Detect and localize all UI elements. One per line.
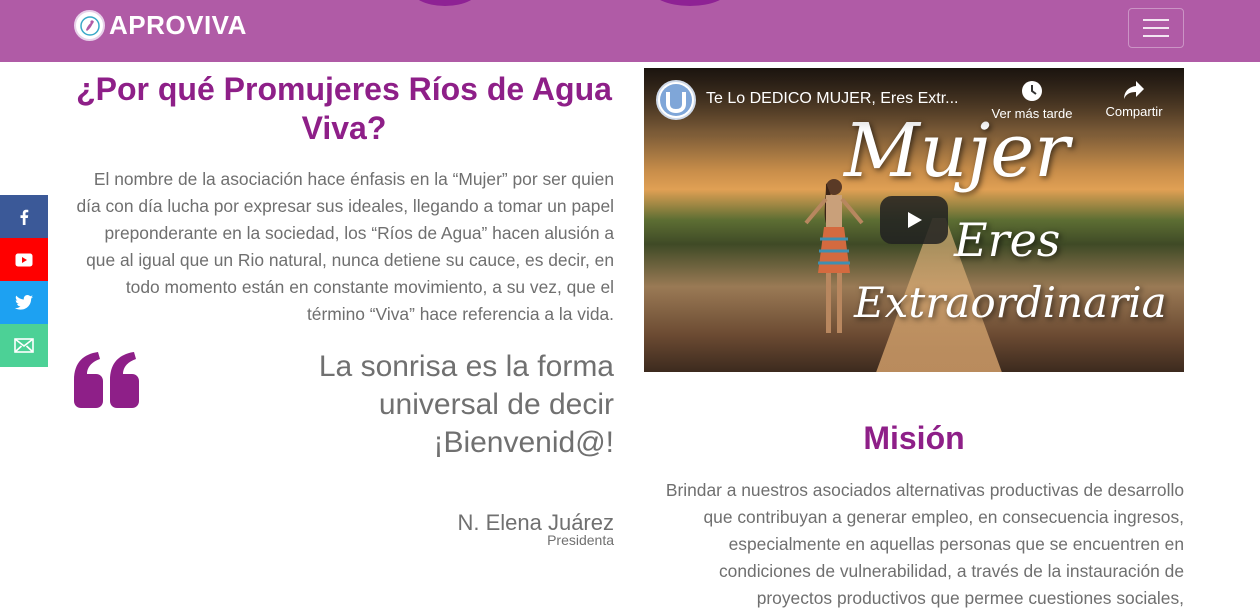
quote-icon bbox=[74, 352, 139, 408]
navbar: APROVIVA bbox=[0, 0, 1260, 62]
video-overlay-subtitle: Eres bbox=[954, 213, 1061, 267]
twitter-button[interactable] bbox=[0, 281, 48, 324]
play-button[interactable] bbox=[880, 196, 948, 244]
watch-later-button[interactable]: Ver más tarde bbox=[986, 80, 1078, 121]
share-arrow-icon bbox=[1124, 81, 1144, 99]
intro-text: El nombre de la asociación hace énfasis … bbox=[76, 169, 614, 324]
quote-block: La sonrisa es la forma universal de deci… bbox=[74, 348, 614, 548]
quote-role: Presidenta bbox=[547, 532, 614, 548]
brand-name: APROVIVA bbox=[109, 10, 247, 40]
quote-text: La sonrisa es la forma universal de deci… bbox=[318, 350, 614, 459]
menu-toggle-button[interactable] bbox=[1128, 8, 1184, 48]
intro-title: ¿Por qué Promujeres Ríos de Agua Viva? bbox=[76, 71, 612, 146]
play-icon bbox=[908, 212, 922, 228]
video-overlay-subtitle-2: Extraordinaria bbox=[854, 278, 1167, 327]
video-title-link[interactable]: Te Lo DEDICO MUJER, Eres Extr... bbox=[706, 90, 959, 108]
facebook-icon bbox=[20, 209, 29, 225]
decorative-shape bbox=[410, 0, 480, 6]
mail-icon bbox=[14, 338, 34, 353]
share-button[interactable]: Compartir bbox=[1094, 80, 1174, 119]
youtube-video-embed[interactable]: Mujer Eres Extraordinaria Te Lo DEDICO M… bbox=[644, 68, 1184, 372]
watch-later-label: Ver más tarde bbox=[991, 106, 1073, 121]
share-label: Compartir bbox=[1105, 104, 1163, 119]
facebook-button[interactable] bbox=[0, 195, 48, 238]
channel-avatar[interactable] bbox=[656, 80, 696, 120]
mission-text: Brindar a nuestros asociados alternativa… bbox=[665, 480, 1184, 608]
mission-title: Misión bbox=[863, 420, 965, 456]
twitter-icon bbox=[15, 295, 33, 310]
hamburger-icon bbox=[1143, 35, 1169, 37]
decorative-shape bbox=[650, 0, 730, 6]
social-share-bar bbox=[0, 195, 48, 367]
youtube-icon bbox=[15, 253, 33, 266]
brand-link[interactable]: APROVIVA bbox=[74, 10, 247, 41]
mission-section: Misión Brindar a nuestros asociados alte… bbox=[644, 420, 1184, 612]
clock-icon bbox=[1022, 81, 1042, 101]
brand-logo-icon bbox=[74, 10, 105, 41]
email-button[interactable] bbox=[0, 324, 48, 367]
hamburger-icon bbox=[1143, 19, 1169, 21]
intro-section: ¿Por qué Promujeres Ríos de Agua Viva? E… bbox=[74, 70, 614, 548]
hamburger-icon bbox=[1143, 27, 1169, 29]
youtube-button[interactable] bbox=[0, 238, 48, 281]
